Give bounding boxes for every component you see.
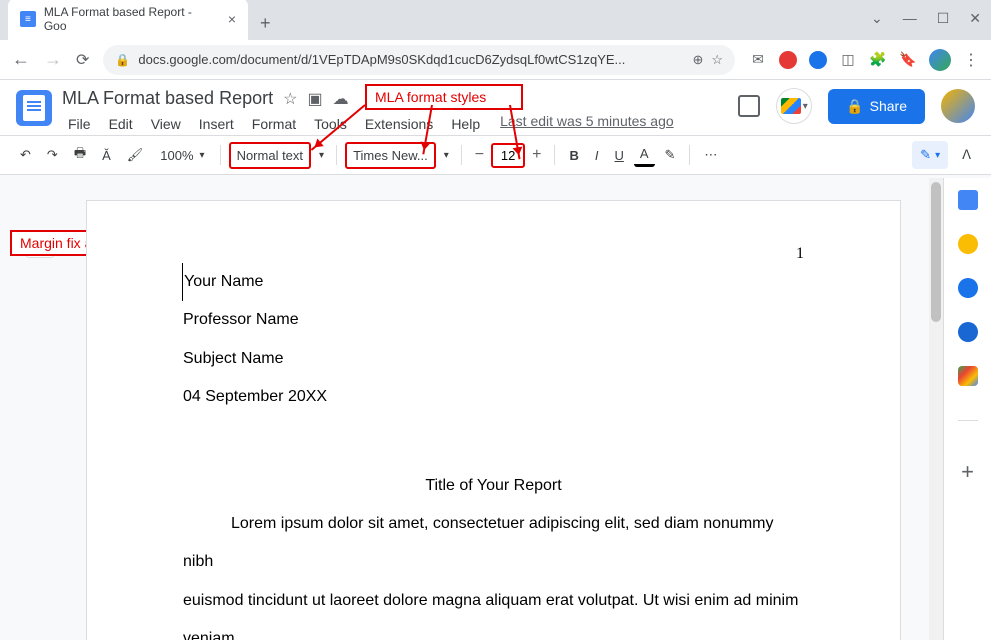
address-bar-row: ← → ⟳ 🔒 docs.google.com/document/d/1VEpT… bbox=[0, 40, 991, 80]
account-avatar[interactable] bbox=[941, 89, 975, 123]
menu-file[interactable]: File bbox=[62, 113, 97, 135]
doc-title[interactable]: MLA Format based Report bbox=[62, 88, 273, 109]
maximize-icon[interactable]: ☐ bbox=[937, 10, 950, 27]
doc-para-line[interactable]: euismod tincidunt ut laoreet dolore magn… bbox=[183, 582, 804, 640]
editing-mode-button[interactable]: ✎▾ bbox=[912, 141, 948, 169]
style-dropdown[interactable]: Normal text bbox=[229, 142, 311, 169]
caret-down-icon[interactable]: ⌄ bbox=[871, 10, 883, 27]
text-color-button[interactable]: A bbox=[634, 144, 655, 167]
browser-tab-strip: ≡ MLA Format based Report - Goo × + ⌄ — … bbox=[0, 0, 991, 40]
bookmark-icon[interactable]: ☆ bbox=[711, 52, 723, 68]
keep-icon[interactable] bbox=[958, 234, 978, 254]
font-value: Times New... bbox=[353, 148, 428, 163]
add-addon-button[interactable]: + bbox=[961, 459, 974, 485]
share-label: Share bbox=[870, 98, 907, 114]
menu-format[interactable]: Format bbox=[246, 113, 302, 135]
forward-button[interactable]: → bbox=[44, 49, 62, 70]
chrome-menu-icon[interactable]: ⋮ bbox=[963, 50, 979, 70]
tab-title: MLA Format based Report - Goo bbox=[44, 5, 216, 33]
docs-logo[interactable] bbox=[16, 90, 52, 126]
vertical-scrollbar[interactable] bbox=[929, 178, 943, 640]
annotation-styles: MLA format styles bbox=[365, 84, 523, 110]
paint-format-button[interactable]: 🖌 bbox=[121, 142, 150, 168]
close-tab-icon[interactable]: × bbox=[228, 11, 236, 27]
doc-line[interactable]: Professor Name bbox=[183, 301, 804, 339]
ext-icon-blue[interactable] bbox=[809, 51, 827, 69]
minimize-icon[interactable]: — bbox=[903, 10, 917, 27]
tasks-icon[interactable] bbox=[958, 278, 978, 298]
extension-icons: ✉ ◫ 🧩 🔖 ⋮ bbox=[749, 49, 979, 71]
window-controls: ⌄ — ☐ ✕ bbox=[871, 10, 981, 27]
doc-line[interactable]: 04 September 20XX bbox=[183, 378, 804, 416]
back-button[interactable]: ← bbox=[12, 49, 30, 70]
scrollbar-thumb[interactable] bbox=[931, 182, 941, 322]
calendar-icon[interactable] bbox=[958, 190, 978, 210]
underline-button[interactable]: U bbox=[608, 143, 629, 168]
italic-button[interactable]: I bbox=[589, 143, 605, 168]
page-number: 1 bbox=[796, 235, 804, 273]
new-tab-button[interactable]: + bbox=[248, 7, 283, 40]
cloud-icon[interactable]: ☁ bbox=[333, 89, 349, 109]
doc-line[interactable]: Subject Name bbox=[183, 340, 804, 378]
mail-icon[interactable]: ✉ bbox=[749, 51, 767, 69]
share-button[interactable]: 🔒 Share bbox=[828, 89, 925, 124]
page[interactable]: 1 Your Name Professor Name Subject Name … bbox=[86, 200, 901, 640]
document-canvas: ☰ Margin fix at 1-inches from all sides … bbox=[0, 178, 943, 640]
docs-favicon: ≡ bbox=[20, 11, 36, 27]
spellcheck-button[interactable]: Ǎ bbox=[96, 143, 117, 168]
bold-button[interactable]: B bbox=[563, 143, 584, 168]
star-icon[interactable]: ☆ bbox=[283, 89, 297, 109]
menu-edit[interactable]: Edit bbox=[103, 113, 139, 135]
font-size-control: − + bbox=[470, 142, 547, 168]
browser-tab[interactable]: ≡ MLA Format based Report - Goo × bbox=[8, 0, 248, 40]
address-bar[interactable]: 🔒 docs.google.com/document/d/1VEpTDApM9s… bbox=[103, 45, 735, 75]
menu-insert[interactable]: Insert bbox=[193, 113, 240, 135]
cast-icon[interactable]: ◫ bbox=[839, 51, 857, 69]
undo-button[interactable]: ↶ bbox=[14, 142, 37, 168]
bookmark-solid-icon[interactable]: 🔖 bbox=[899, 51, 917, 69]
doc-title-line[interactable]: Title of Your Report bbox=[183, 467, 804, 505]
collapse-toolbar-icon[interactable]: ᐱ bbox=[956, 142, 977, 168]
zoom-dropdown[interactable]: 100%▾ bbox=[153, 143, 211, 168]
translate-icon[interactable]: ⊕ bbox=[692, 52, 703, 68]
toolbar: ↶ ↷ 🖶 Ǎ 🖌 100%▾ Normal text▾ Times New..… bbox=[0, 135, 991, 175]
font-size-decrease[interactable]: − bbox=[470, 142, 489, 168]
meet-button[interactable]: ▾ bbox=[776, 88, 812, 124]
menu-view[interactable]: View bbox=[145, 113, 187, 135]
comments-icon[interactable] bbox=[738, 95, 760, 117]
profile-avatar-small[interactable] bbox=[929, 49, 951, 71]
move-icon[interactable]: ▣ bbox=[307, 89, 322, 109]
pencil-icon: ✎ bbox=[920, 147, 931, 163]
doc-para-line[interactable]: Lorem ipsum dolor sit amet, consectetuer… bbox=[183, 505, 804, 582]
maps-icon[interactable] bbox=[958, 366, 978, 386]
opera-ext-icon[interactable] bbox=[779, 51, 797, 69]
lock-icon: 🔒 bbox=[115, 53, 130, 67]
highlight-button[interactable]: ✎ bbox=[659, 142, 682, 168]
more-toolbar-button[interactable]: ⋯ bbox=[698, 142, 723, 168]
url-text: docs.google.com/document/d/1VEpTDApM9s0S… bbox=[138, 52, 625, 67]
print-button[interactable]: 🖶 bbox=[68, 139, 92, 171]
menu-help[interactable]: Help bbox=[445, 113, 486, 135]
zoom-value: 100% bbox=[160, 148, 193, 163]
contacts-icon[interactable] bbox=[958, 322, 978, 342]
font-size-increase[interactable]: + bbox=[527, 142, 546, 168]
close-window-icon[interactable]: ✕ bbox=[969, 10, 981, 27]
redo-button[interactable]: ↷ bbox=[41, 142, 64, 168]
style-value: Normal text bbox=[237, 148, 303, 163]
puzzle-icon[interactable]: 🧩 bbox=[869, 51, 887, 69]
lock-share-icon: 🔒 bbox=[846, 98, 863, 115]
refresh-button[interactable]: ⟳ bbox=[76, 50, 89, 70]
doc-line[interactable]: Your Name bbox=[182, 263, 804, 301]
menu-bar: File Edit View Insert Format Tools Exten… bbox=[62, 113, 728, 135]
side-panel: + bbox=[943, 178, 991, 640]
last-edit-link[interactable]: Last edit was 5 minutes ago bbox=[500, 113, 674, 135]
